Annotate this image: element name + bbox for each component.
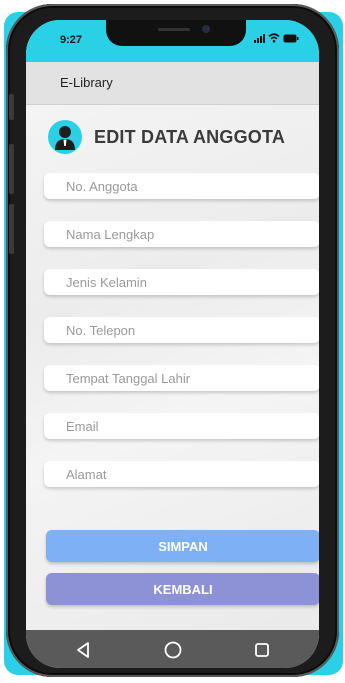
alamat-field[interactable] (44, 461, 319, 487)
status-time: 9:27 (60, 34, 83, 46)
back-button[interactable]: KEMBALI (46, 573, 319, 605)
member-form (44, 173, 319, 509)
no-anggota-field[interactable] (44, 173, 319, 199)
volume-up-button (9, 144, 14, 194)
phone-screen: 9:27 E-Library EDIT DATA ANGGOTA No. Ang… (26, 20, 319, 668)
status-bar: 9:27 (26, 20, 319, 62)
home-circle-icon[interactable] (161, 638, 185, 662)
front-camera (202, 25, 210, 33)
jenis-kelamin-field[interactable] (44, 269, 319, 295)
user-avatar-icon (48, 120, 82, 154)
no-anggota-input[interactable] (44, 173, 319, 199)
app-header: E-Library (26, 62, 319, 105)
recent-apps-square-icon[interactable] (250, 638, 274, 662)
nama-lengkap-input[interactable] (44, 221, 319, 247)
app-title: E-Library (60, 75, 113, 90)
email-input[interactable] (44, 413, 319, 439)
no-telepon-input[interactable] (44, 317, 319, 343)
mute-switch (9, 94, 14, 120)
status-icons (254, 33, 299, 43)
page: 9:27 E-Library EDIT DATA ANGGOTA No. Ang… (0, 0, 345, 683)
page-title: EDIT DATA ANGGOTA (94, 126, 286, 147)
wifi-icon (268, 33, 280, 43)
no-telepon-field[interactable] (44, 317, 319, 343)
page-heading: EDIT DATA ANGGOTA (48, 120, 285, 154)
volume-down-button (9, 204, 14, 254)
tempat-tanggal-lahir-field[interactable] (44, 365, 319, 391)
android-nav-bar (26, 630, 319, 668)
email-field[interactable] (44, 413, 319, 439)
alamat-input[interactable] (44, 461, 319, 487)
tempat-tanggal-lahir-input[interactable] (44, 365, 319, 391)
jenis-kelamin-input[interactable] (44, 269, 319, 295)
save-button[interactable]: SIMPAN (46, 530, 319, 562)
nama-lengkap-field[interactable] (44, 221, 319, 247)
speaker-grille (158, 28, 190, 31)
battery-icon (283, 34, 299, 43)
notch (106, 20, 246, 46)
back-triangle-icon[interactable] (72, 638, 96, 662)
signal-icon (254, 33, 265, 43)
